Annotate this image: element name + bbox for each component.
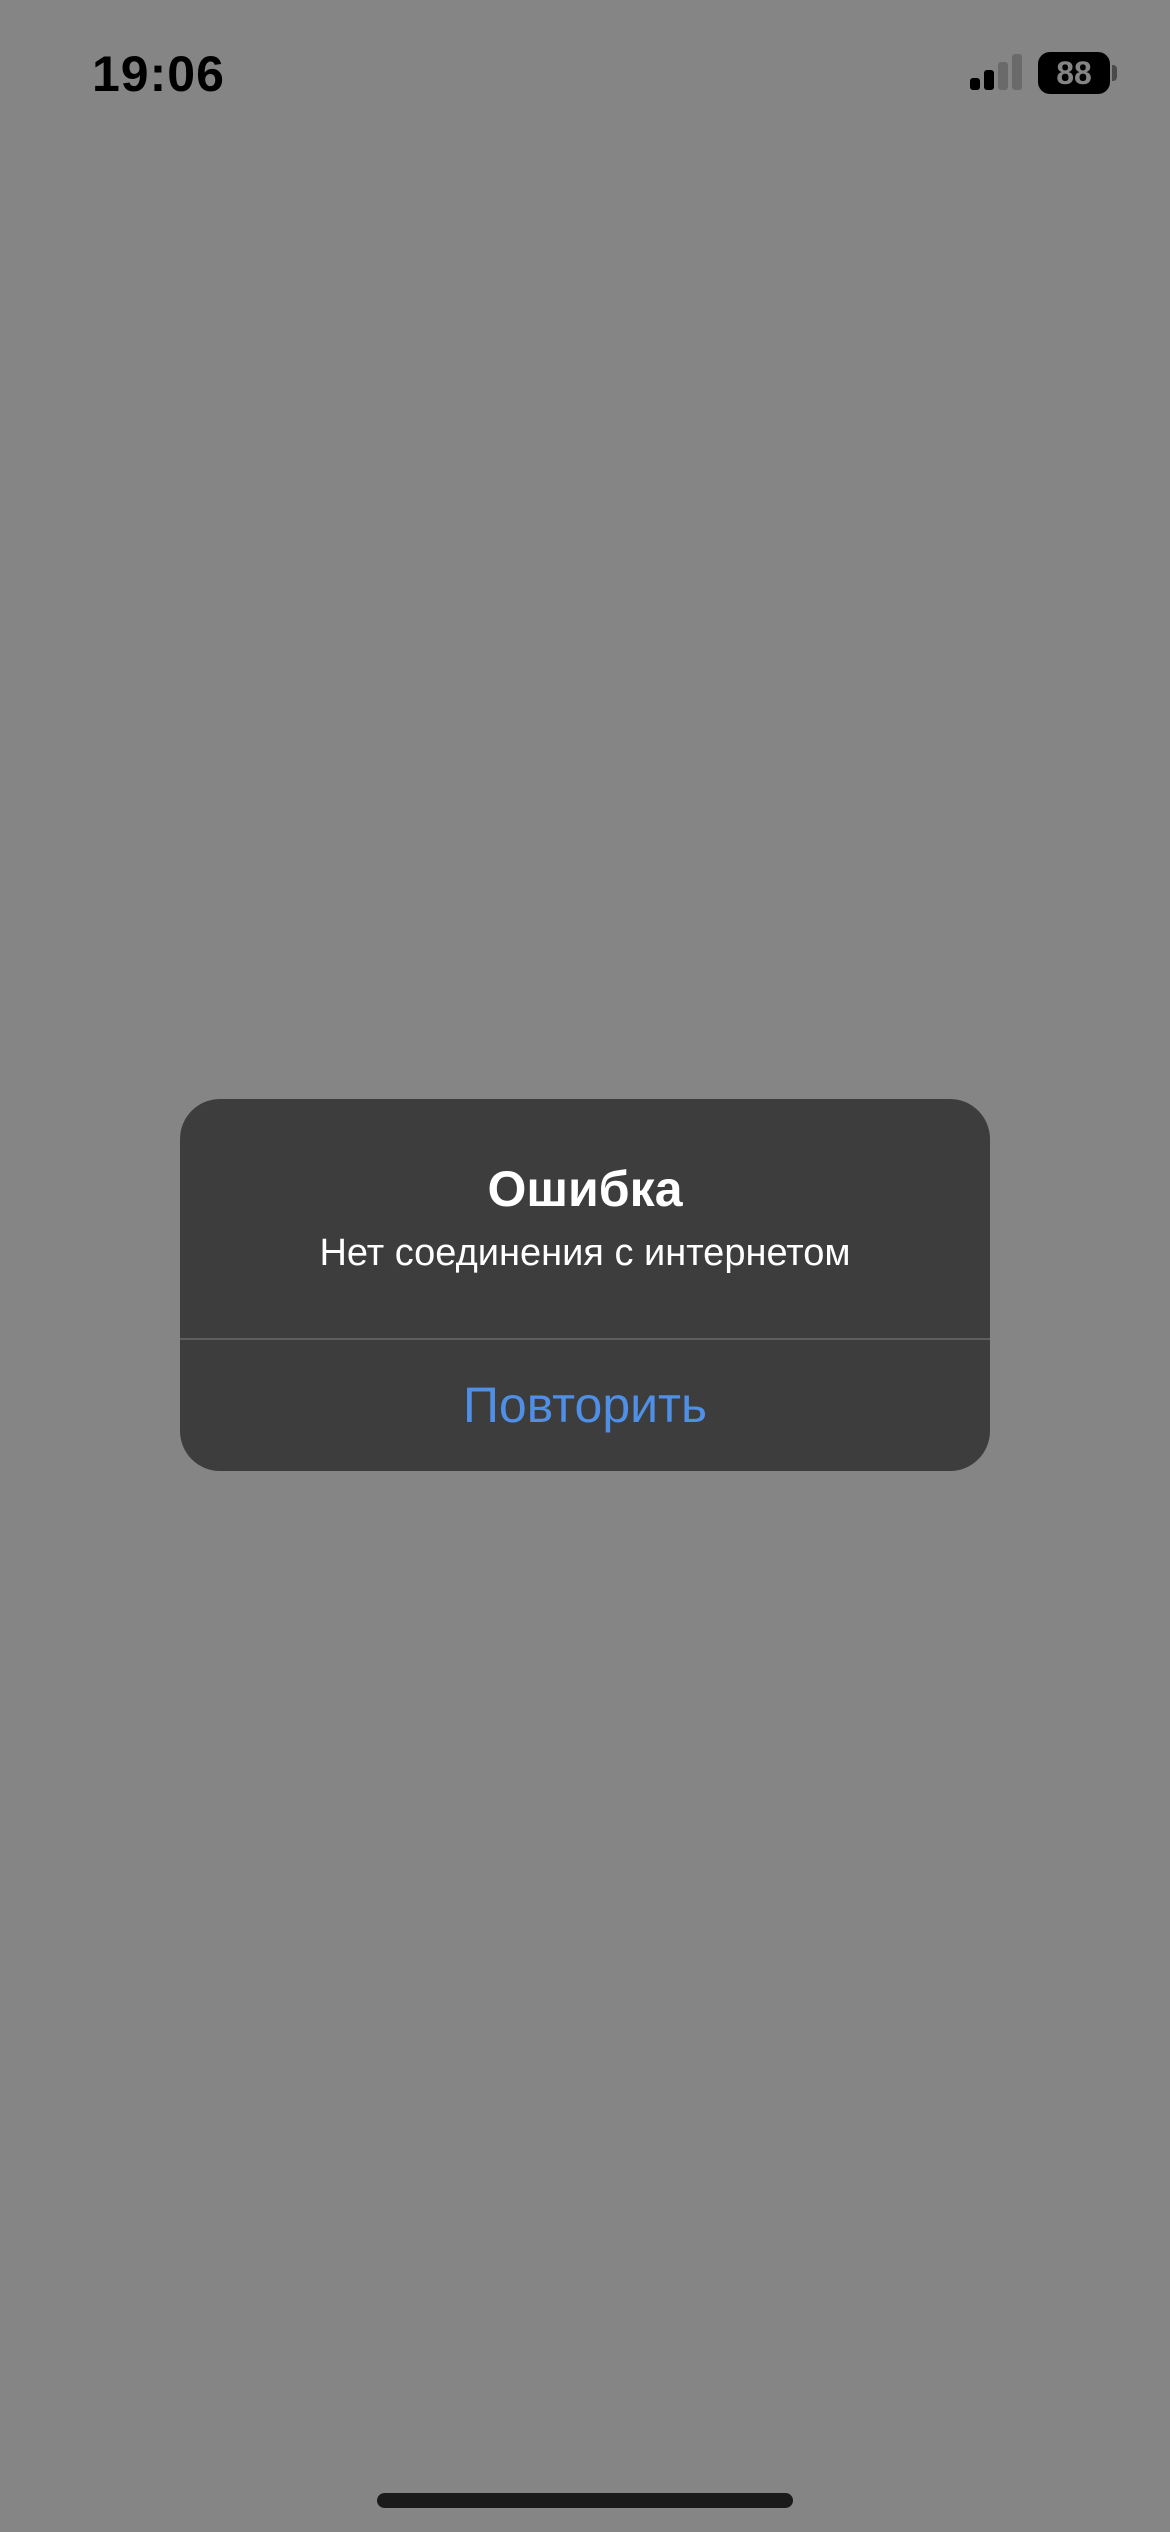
error-alert-dialog: Ошибка Нет соединения с интернетом Повто… [180, 1099, 990, 1471]
retry-button[interactable]: Повторить [180, 1340, 990, 1471]
alert-title: Ошибка [487, 1161, 683, 1217]
signal-bar-4 [1012, 54, 1022, 90]
alert-message: Нет соединения с интернетом [319, 1232, 851, 1274]
signal-bar-3 [998, 62, 1008, 90]
status-bar: 19:06 88 [0, 0, 1170, 150]
battery-tip [1112, 65, 1117, 81]
battery-icon: 88 [1038, 52, 1118, 94]
alert-body: Ошибка Нет соединения с интернетом [180, 1099, 990, 1339]
signal-bar-1 [970, 78, 980, 90]
signal-bar-2 [984, 70, 994, 90]
battery-level: 88 [1056, 55, 1092, 91]
home-indicator[interactable] [377, 2493, 793, 2508]
status-time: 19:06 [92, 46, 225, 102]
